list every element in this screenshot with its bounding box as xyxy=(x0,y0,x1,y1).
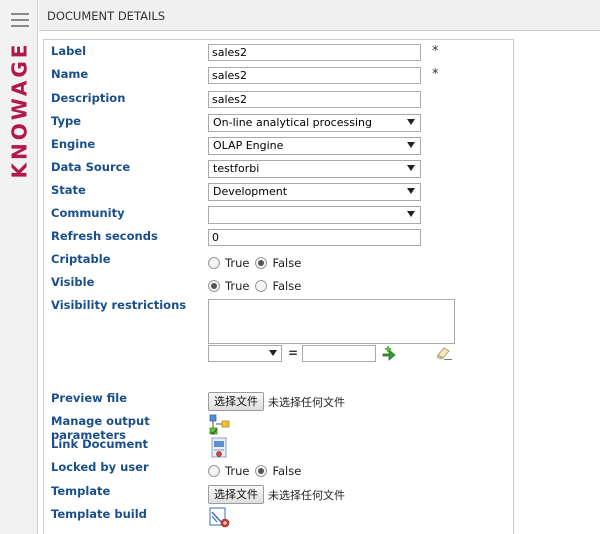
chevron-down-icon xyxy=(407,165,415,171)
locked-by-user-radio-group: True False xyxy=(208,464,307,478)
label-label: Label xyxy=(51,44,87,58)
template-choose-button[interactable]: 选择文件 xyxy=(208,485,264,504)
data-source-select-value: testforbi xyxy=(213,162,260,175)
engine-label: Engine xyxy=(51,137,96,151)
refresh-seconds-label: Refresh seconds xyxy=(51,229,158,243)
label-input[interactable]: sales2 xyxy=(208,44,421,61)
locked-by-user-label: Locked by user xyxy=(51,460,149,474)
name-input[interactable]: sales2 xyxy=(208,67,421,84)
type-select[interactable]: On-line analytical processing xyxy=(208,114,421,132)
page-header: DOCUMENT DETAILS xyxy=(39,0,600,31)
template-file-status: 未选择任何文件 xyxy=(268,488,345,502)
community-label: Community xyxy=(51,206,125,220)
criptable-false-label: False xyxy=(272,256,302,270)
link-document-label: Link Document xyxy=(51,437,149,451)
template-file-picker: 选择文件 未选择任何文件 xyxy=(208,485,345,504)
chevron-down-icon xyxy=(407,142,415,148)
refresh-seconds-input[interactable]: 0 xyxy=(208,229,421,246)
green-arrow-add-icon[interactable] xyxy=(381,345,397,361)
page-title: DOCUMENT DETAILS xyxy=(47,9,166,23)
visibility-restriction-select[interactable] xyxy=(208,345,282,362)
preview-file-status: 未选择任何文件 xyxy=(268,395,345,409)
data-source-select[interactable]: testforbi xyxy=(208,160,421,178)
preview-file-label: Preview file xyxy=(51,391,128,405)
logo-text: KNOWAGE xyxy=(7,41,31,179)
visible-false-label: False xyxy=(272,279,302,293)
visible-label: Visible xyxy=(51,275,95,289)
locked-true-label: True xyxy=(225,464,250,478)
state-select-value: Development xyxy=(213,185,288,198)
locked-true-radio[interactable] xyxy=(208,465,220,477)
criptable-radio-group: True False xyxy=(208,256,307,270)
preview-file-choose-button[interactable]: 选择文件 xyxy=(208,392,264,411)
preview-file-picker: 选择文件 未选择任何文件 xyxy=(208,392,345,411)
description-label: Description xyxy=(51,91,126,105)
locked-false-radio[interactable] xyxy=(255,465,268,477)
criptable-true-label: True xyxy=(225,256,250,270)
visible-false-radio[interactable] xyxy=(255,280,268,292)
criptable-false-radio[interactable] xyxy=(255,257,268,269)
name-required-mark: * xyxy=(432,67,439,82)
sidebar: KNOWAGE xyxy=(0,0,38,534)
visibility-restrictions-textarea[interactable] xyxy=(208,299,455,344)
eraser-icon[interactable] xyxy=(435,345,453,361)
visibility-restrictions-label: Visibility restrictions xyxy=(51,298,187,312)
hamburger-menu-icon[interactable] xyxy=(11,13,29,27)
template-label: Template xyxy=(51,484,111,498)
visible-radio-group: True False xyxy=(208,279,307,293)
chevron-down-icon xyxy=(407,119,415,125)
data-source-label: Data Source xyxy=(51,160,131,174)
type-label: Type xyxy=(51,114,82,128)
locked-false-label: False xyxy=(272,464,302,478)
engine-select-value: OLAP Engine xyxy=(213,139,284,152)
criptable-true-radio[interactable] xyxy=(208,257,220,269)
visible-true-label: True xyxy=(225,279,250,293)
link-document-icon[interactable] xyxy=(208,437,230,459)
chevron-down-icon xyxy=(407,188,415,194)
community-select[interactable] xyxy=(208,206,421,224)
state-select[interactable]: Development xyxy=(208,183,421,201)
description-input[interactable]: sales2 xyxy=(208,91,421,108)
name-label: Name xyxy=(51,67,89,81)
visibility-restriction-value-input[interactable] xyxy=(302,345,376,362)
chevron-down-icon xyxy=(407,211,415,217)
output-parameters-icon[interactable] xyxy=(208,413,232,437)
type-select-value: On-line analytical processing xyxy=(213,116,372,129)
state-label: State xyxy=(51,183,86,197)
engine-select[interactable]: OLAP Engine xyxy=(208,137,421,155)
label-required-mark: * xyxy=(432,44,439,59)
equals-sign: = xyxy=(288,346,299,360)
template-build-icon[interactable] xyxy=(209,507,231,529)
template-build-label: Template build xyxy=(51,507,147,521)
knowage-logo: KNOWAGE xyxy=(3,40,35,180)
visible-true-radio[interactable] xyxy=(208,280,220,292)
criptable-label: Criptable xyxy=(51,252,111,266)
chevron-down-icon xyxy=(269,350,277,356)
